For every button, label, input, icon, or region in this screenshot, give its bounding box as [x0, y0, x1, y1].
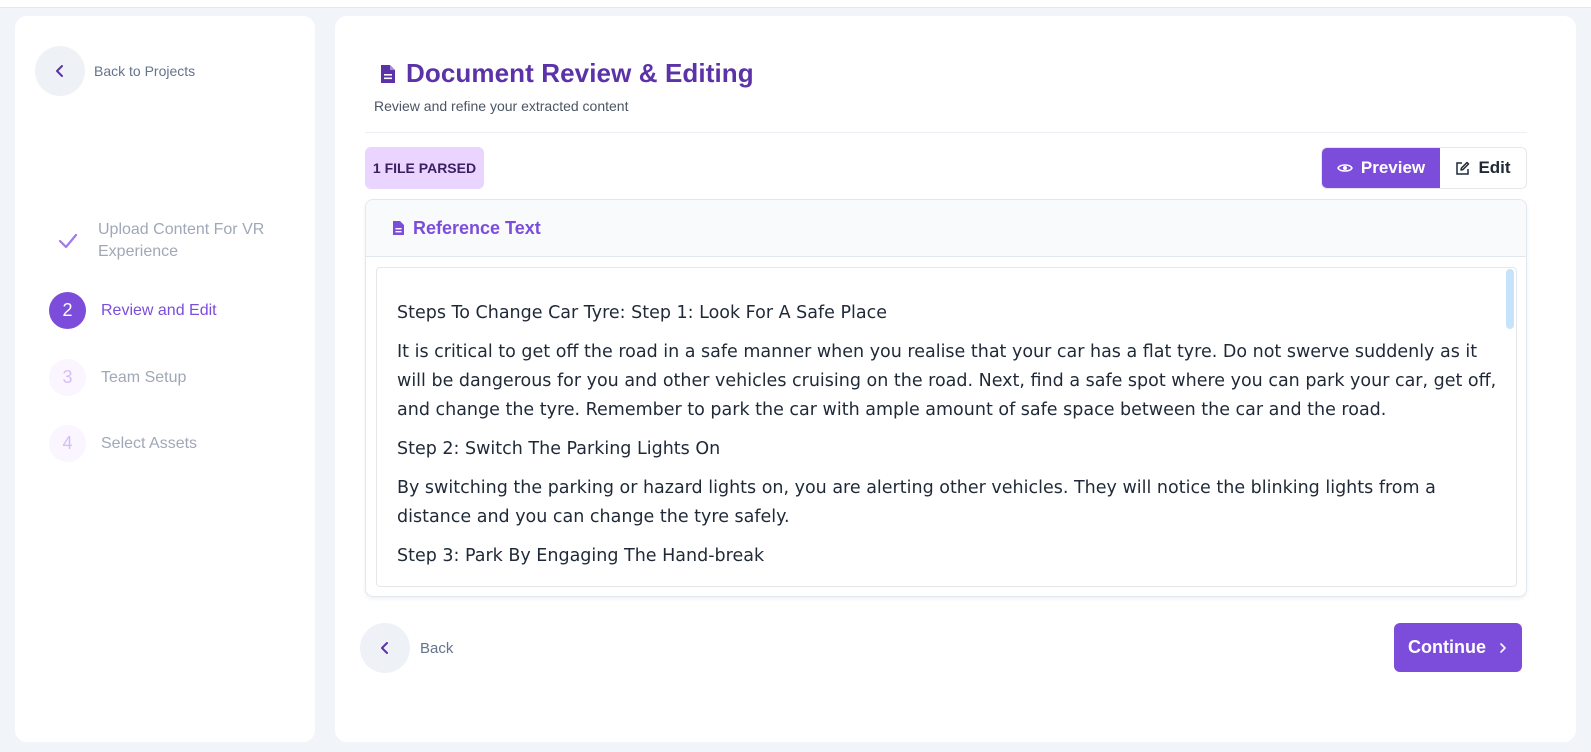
step-label: Review and Edit	[101, 301, 217, 319]
document-icon	[393, 221, 404, 235]
reference-text-header: Reference Text	[366, 200, 1526, 257]
step-team-setup[interactable]: 3 Team Setup	[49, 359, 186, 396]
step-label: Upload Content For VR Experience	[98, 221, 265, 260]
view-toggle: Preview Edit	[1321, 147, 1527, 189]
page-title-row: Document Review & Editing	[380, 58, 754, 89]
page-title: Document Review & Editing	[406, 58, 754, 88]
edit-icon	[1456, 161, 1470, 175]
step-check	[49, 223, 86, 260]
step-number: 2	[49, 292, 86, 329]
files-parsed-badge: 1 FILE PARSED	[365, 147, 484, 189]
scrollbar-thumb[interactable]	[1506, 269, 1514, 329]
reference-text-content[interactable]: Steps To Change Car Tyre: Step 1: Look F…	[376, 267, 1517, 587]
preview-button[interactable]: Preview	[1322, 148, 1440, 188]
top-bar	[0, 0, 1591, 8]
back-to-projects-button[interactable]: Back to Projects	[35, 46, 195, 96]
step-select-assets[interactable]: 4 Select Assets	[49, 425, 197, 462]
page-header: Document Review & Editing Review and ref…	[374, 58, 754, 114]
back-to-projects-label: Back to Projects	[94, 63, 196, 79]
step-label: Team Setup	[101, 368, 187, 386]
sidebar: Back to Projects Upload Content For VR E…	[15, 16, 315, 742]
step-number: 3	[49, 359, 86, 396]
edit-button[interactable]: Edit	[1440, 148, 1526, 188]
main-panel: Document Review & Editing Review and ref…	[335, 16, 1576, 742]
page-subtitle: Review and refine your extracted content	[374, 98, 629, 114]
reference-text-card: Reference Text Steps To Change Car Tyre:…	[365, 199, 1527, 597]
reference-text-title: Reference Text	[413, 217, 541, 238]
back-circle[interactable]	[35, 46, 85, 96]
eye-icon	[1337, 164, 1353, 172]
reference-paragraph: Steps To Change Car Tyre: Step 1: Look F…	[397, 303, 887, 323]
reference-paragraph: Step 3: Park By Engaging The Hand-break	[397, 546, 765, 566]
step-review-edit[interactable]: 2 Review and Edit	[49, 292, 217, 329]
back-circle[interactable]	[360, 623, 410, 673]
document-icon	[381, 64, 395, 83]
chevron-left-icon	[381, 642, 388, 654]
step-number: 4	[49, 425, 86, 462]
reference-paragraph: By switching the parking or hazard light…	[397, 478, 1436, 527]
step-upload-content[interactable]: Upload Content For VR Experience	[49, 219, 278, 263]
reference-paragraph: Step 2: Switch The Parking Lights On	[397, 439, 721, 459]
chevron-left-icon	[56, 65, 63, 77]
reference-text-body: Steps To Change Car Tyre: Step 1: Look F…	[397, 299, 1497, 581]
reference-paragraph: It is critical to get off the road in a …	[397, 342, 1497, 420]
back-button[interactable]: Back	[360, 623, 453, 673]
continue-label: Continue	[1408, 637, 1486, 657]
preview-label: Preview	[1360, 158, 1426, 177]
edit-label: Edit	[1478, 158, 1511, 177]
check-icon	[58, 233, 77, 249]
chevron-right-icon	[1500, 642, 1506, 653]
back-label: Back	[420, 639, 454, 657]
continue-button[interactable]: Continue	[1394, 623, 1522, 672]
step-label: Select Assets	[101, 434, 198, 452]
divider	[365, 132, 1527, 133]
